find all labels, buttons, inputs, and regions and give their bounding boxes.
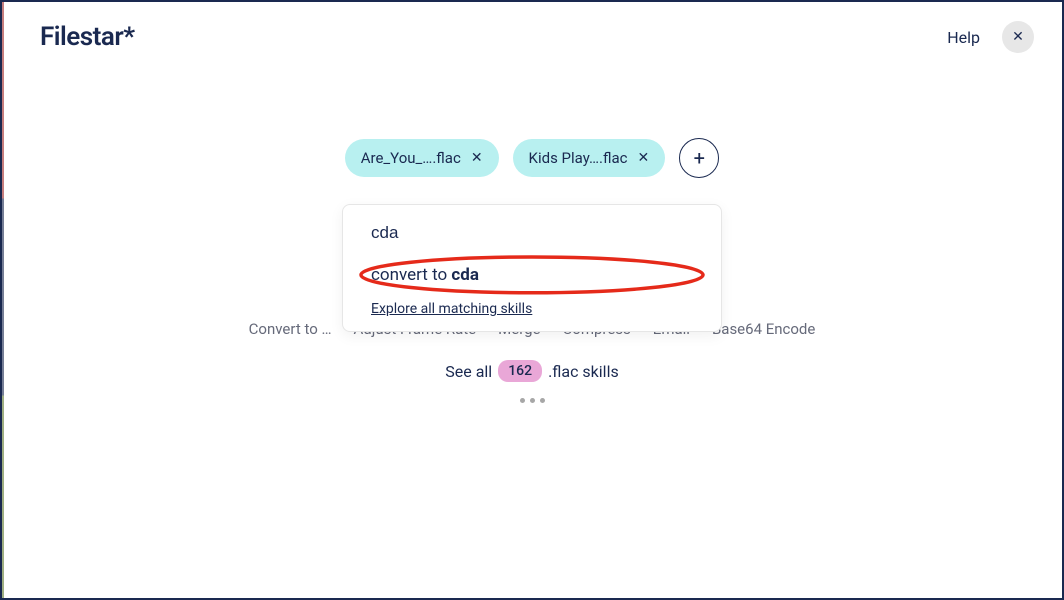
command-dropdown: convert to cda Explore all matching skil… (342, 204, 722, 332)
suggestion-row[interactable]: convert to cda (343, 255, 721, 297)
skill-item[interactable]: Base64 Encode (712, 320, 815, 338)
header-bar: Filestar* Help ✕ (2, 2, 1062, 72)
command-input-wrap (343, 223, 721, 255)
file-chip-label: Are_You_….flac (361, 149, 461, 167)
file-chip-label: Kids Play….flac (529, 149, 628, 167)
file-chip[interactable]: Are_You_….flac ✕ (345, 139, 499, 177)
skill-count-badge: 162 (498, 360, 542, 382)
file-chip[interactable]: Kids Play….flac ✕ (513, 139, 666, 177)
skill-item[interactable]: Convert to … (249, 320, 332, 338)
suggestion-text: convert to cda (371, 265, 479, 285)
see-all-skills-row[interactable]: See all 162 .flac skills (2, 360, 1062, 382)
add-file-button[interactable]: + (679, 138, 719, 178)
file-chip-remove-icon[interactable]: ✕ (471, 151, 483, 165)
window-left-edge (2, 2, 4, 598)
command-input[interactable] (371, 223, 693, 243)
suggestion-prefix: convert to (371, 265, 451, 285)
close-icon: ✕ (1012, 29, 1024, 45)
app-brand: Filestar* (40, 22, 135, 52)
see-all-prefix: See all (445, 362, 492, 381)
brand-star-icon: * (123, 22, 134, 52)
brand-name: Filestar (40, 22, 123, 52)
help-link[interactable]: Help (947, 28, 980, 47)
close-button[interactable]: ✕ (1002, 21, 1034, 53)
explore-skills-link[interactable]: Explore all matching skills (343, 297, 560, 317)
file-chip-remove-icon[interactable]: ✕ (638, 151, 650, 165)
header-actions: Help ✕ (947, 21, 1034, 53)
plus-icon: + (694, 146, 705, 170)
see-all-suffix: .flac skills (548, 362, 619, 381)
file-chips-row: Are_You_….flac ✕ Kids Play….flac ✕ + (2, 138, 1062, 178)
loading-dots-icon (2, 398, 1062, 403)
suggestion-match: cda (451, 265, 479, 285)
